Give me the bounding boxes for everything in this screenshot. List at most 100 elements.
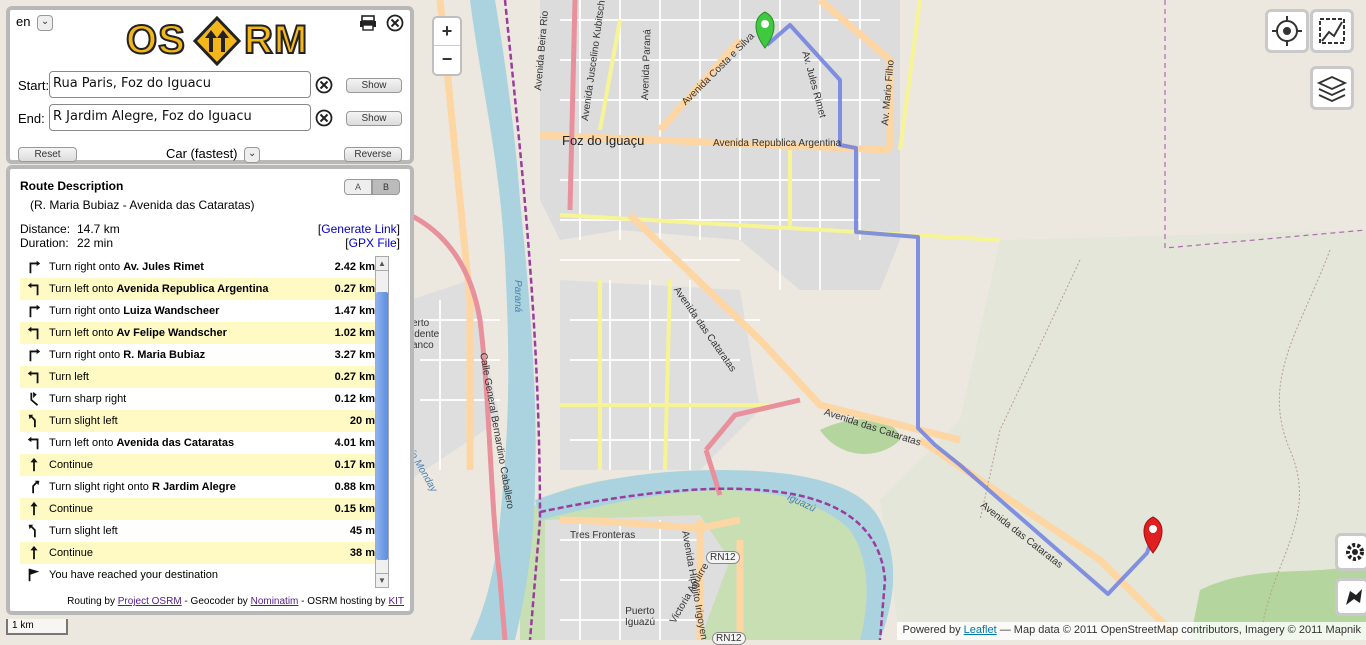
locate-button[interactable] <box>1265 9 1309 53</box>
end-label: End: <box>18 111 45 126</box>
footer-geocoder-text: - Geocoder by <box>181 596 248 607</box>
route-step-instruction: Continue <box>49 459 94 471</box>
footer-routing-text: Routing by <box>67 596 115 607</box>
route-step[interactable]: Continue 0.17 km <box>20 454 375 476</box>
route-step-instruction: Turn right onto <box>49 349 121 361</box>
language-selector[interactable]: en ⌄ <box>16 14 54 31</box>
turn-right-icon <box>29 348 41 362</box>
route-step[interactable]: Turn left 0.27 km <box>20 366 375 388</box>
scroll-up-icon[interactable]: ▲ <box>376 257 388 271</box>
leaflet-link[interactable]: Leaflet <box>964 624 997 636</box>
route-step-distance: 0.17 km <box>334 459 375 471</box>
route-step-instruction: You have reached your destination <box>49 569 218 581</box>
route-step-instruction: Turn left onto <box>49 327 114 339</box>
zoom-route-icon <box>1319 18 1345 44</box>
reset-button[interactable]: Reset <box>18 147 77 162</box>
route-step[interactable]: Turn slight right onto R Jardim Alegre 0.… <box>20 476 375 498</box>
kit-link[interactable]: KIT <box>388 596 404 607</box>
chevron-down-icon[interactable]: ⌄ <box>37 14 54 31</box>
route-step-instruction: Turn slight right onto <box>49 481 149 493</box>
generate-link[interactable]: Generate Link <box>321 222 396 236</box>
turn-right-icon <box>29 260 41 274</box>
reverse-button[interactable]: Reverse <box>344 147 402 162</box>
close-icon[interactable] <box>386 14 404 32</box>
scroll-down-icon[interactable]: ▼ <box>376 573 388 587</box>
start-input[interactable]: Rua Paris, Foz do Iguacu <box>49 71 311 98</box>
map-link-button[interactable] <box>1335 578 1366 616</box>
route-step-instruction: Turn left onto <box>49 283 114 295</box>
route-step-text: Continue <box>49 454 93 476</box>
zoom-in-button[interactable]: + <box>434 18 460 46</box>
route-step-distance: 0.88 km <box>334 481 375 493</box>
top-icons <box>353 14 404 32</box>
map-attribution: Powered by Leaflet — Map data © 2011 Ope… <box>897 622 1366 640</box>
route-step-instruction: Turn right onto <box>49 305 121 317</box>
route-from-to: (R. Maria Bubiaz - Avenida das Cataratas… <box>30 198 255 212</box>
route-step-distance: 20 m <box>349 415 375 427</box>
zoom-route-button[interactable] <box>1310 9 1354 53</box>
layers-button[interactable] <box>1310 66 1354 110</box>
scroll-thumb[interactable] <box>376 292 388 560</box>
route-step-text: Turn slight right onto R Jardim Alegre <box>49 476 236 498</box>
turn-left-icon <box>27 436 39 450</box>
route-step[interactable]: Turn left onto Av Felipe Wandscher 1.02 k… <box>20 322 375 344</box>
route-step[interactable]: Turn right onto Av. Jules Rimet 2.42 km <box>20 256 375 278</box>
route-step[interactable]: Continue 0.15 km <box>20 498 375 520</box>
steps-scrollbar[interactable]: ▲ ▼ <box>375 256 389 588</box>
logo-mark-icon <box>193 16 241 66</box>
mode-selector[interactable]: Car (fastest) ⌄ <box>166 146 261 163</box>
route-step-text: Turn left onto Av Felipe Wandscher <box>49 322 227 344</box>
route-step[interactable]: Turn right onto Luiza Wandscheer 1.47 km <box>20 300 375 322</box>
zoom-out-button[interactable]: − <box>434 46 460 74</box>
map-label-city: Foz do Iguaçu <box>562 133 645 148</box>
route-step-street: Luiza Wandscheer <box>123 305 220 317</box>
logo-right: RM <box>243 17 309 63</box>
route-title: Route Description <box>20 179 124 193</box>
slight-left-icon <box>28 524 36 538</box>
route-footer: Routing by Project OSRM - Geocoder by No… <box>67 596 404 607</box>
route-step-distance: 1.47 km <box>334 305 375 317</box>
show-end-button[interactable]: Show <box>346 111 402 126</box>
route-step-street: Avenida das Cataratas <box>116 437 235 449</box>
attribution-rest: — Map data © 2011 OpenStreetMap contribu… <box>999 624 1361 636</box>
clear-start-icon[interactable] <box>315 76 333 94</box>
route-step[interactable]: Turn sharp right 0.12 km <box>20 388 375 410</box>
route-step-text: Turn sharp right <box>49 388 126 410</box>
alternative-b-button[interactable]: B <box>372 179 400 195</box>
slight-right-icon <box>32 480 40 494</box>
clear-end-icon[interactable] <box>315 109 333 127</box>
route-step[interactable]: Continue 38 m <box>20 542 375 564</box>
route-step[interactable]: Turn left onto Avenida das Cataratas 4.01… <box>20 432 375 454</box>
show-start-button[interactable]: Show <box>346 78 402 93</box>
route-step[interactable]: You have reached your destination <box>20 564 375 586</box>
route-step[interactable]: Turn left onto Avenida Republica Argenti… <box>20 278 375 300</box>
route-step[interactable]: Turn right onto R. Maria Bubiaz 3.27 km <box>20 344 375 366</box>
distance-value: 14.7 km <box>77 222 120 236</box>
route-step-instruction: Turn left <box>49 371 89 383</box>
map-label-rn12: RN12 <box>706 551 740 564</box>
route-step-distance: 2.42 km <box>334 261 375 273</box>
nominatim-link[interactable]: Nominatim <box>251 596 299 607</box>
map-label-tres-fronteras: Tres Fronteras <box>570 530 636 541</box>
print-icon[interactable] <box>359 14 377 32</box>
alternative-a-button[interactable]: A <box>344 179 372 195</box>
map-label-parana-river: Paraná <box>512 280 523 313</box>
route-links: [Generate Link] [GPX File] <box>317 222 400 250</box>
route-step-text: Turn left onto Avenida das Cataratas <box>49 432 234 454</box>
duration-label: Duration: <box>20 236 69 250</box>
route-step[interactable]: Turn slight left 45 m <box>20 520 375 542</box>
chevron-down-icon[interactable]: ⌄ <box>244 146 261 163</box>
project-osrm-link[interactable]: Project OSRM <box>118 596 182 607</box>
turn-left-icon <box>27 282 39 296</box>
settings-button[interactable] <box>1335 533 1366 571</box>
continue-icon <box>30 545 38 560</box>
continue-icon <box>30 457 38 472</box>
route-stats: Distance: 14.7 km Duration: 22 min <box>20 222 120 250</box>
end-input[interactable]: R Jardim Alegre, Foz do Iguacu <box>49 104 311 131</box>
route-step[interactable]: Turn slight left 20 m <box>20 410 375 432</box>
turn-left-icon <box>27 370 39 384</box>
route-step-street: Avenida Republica Argentina <box>116 283 269 295</box>
route-panel: Route Description A B (R. Maria Bubiaz -… <box>6 165 414 615</box>
gpx-file-link[interactable]: GPX File <box>349 236 397 250</box>
turn-right-icon <box>29 304 41 318</box>
